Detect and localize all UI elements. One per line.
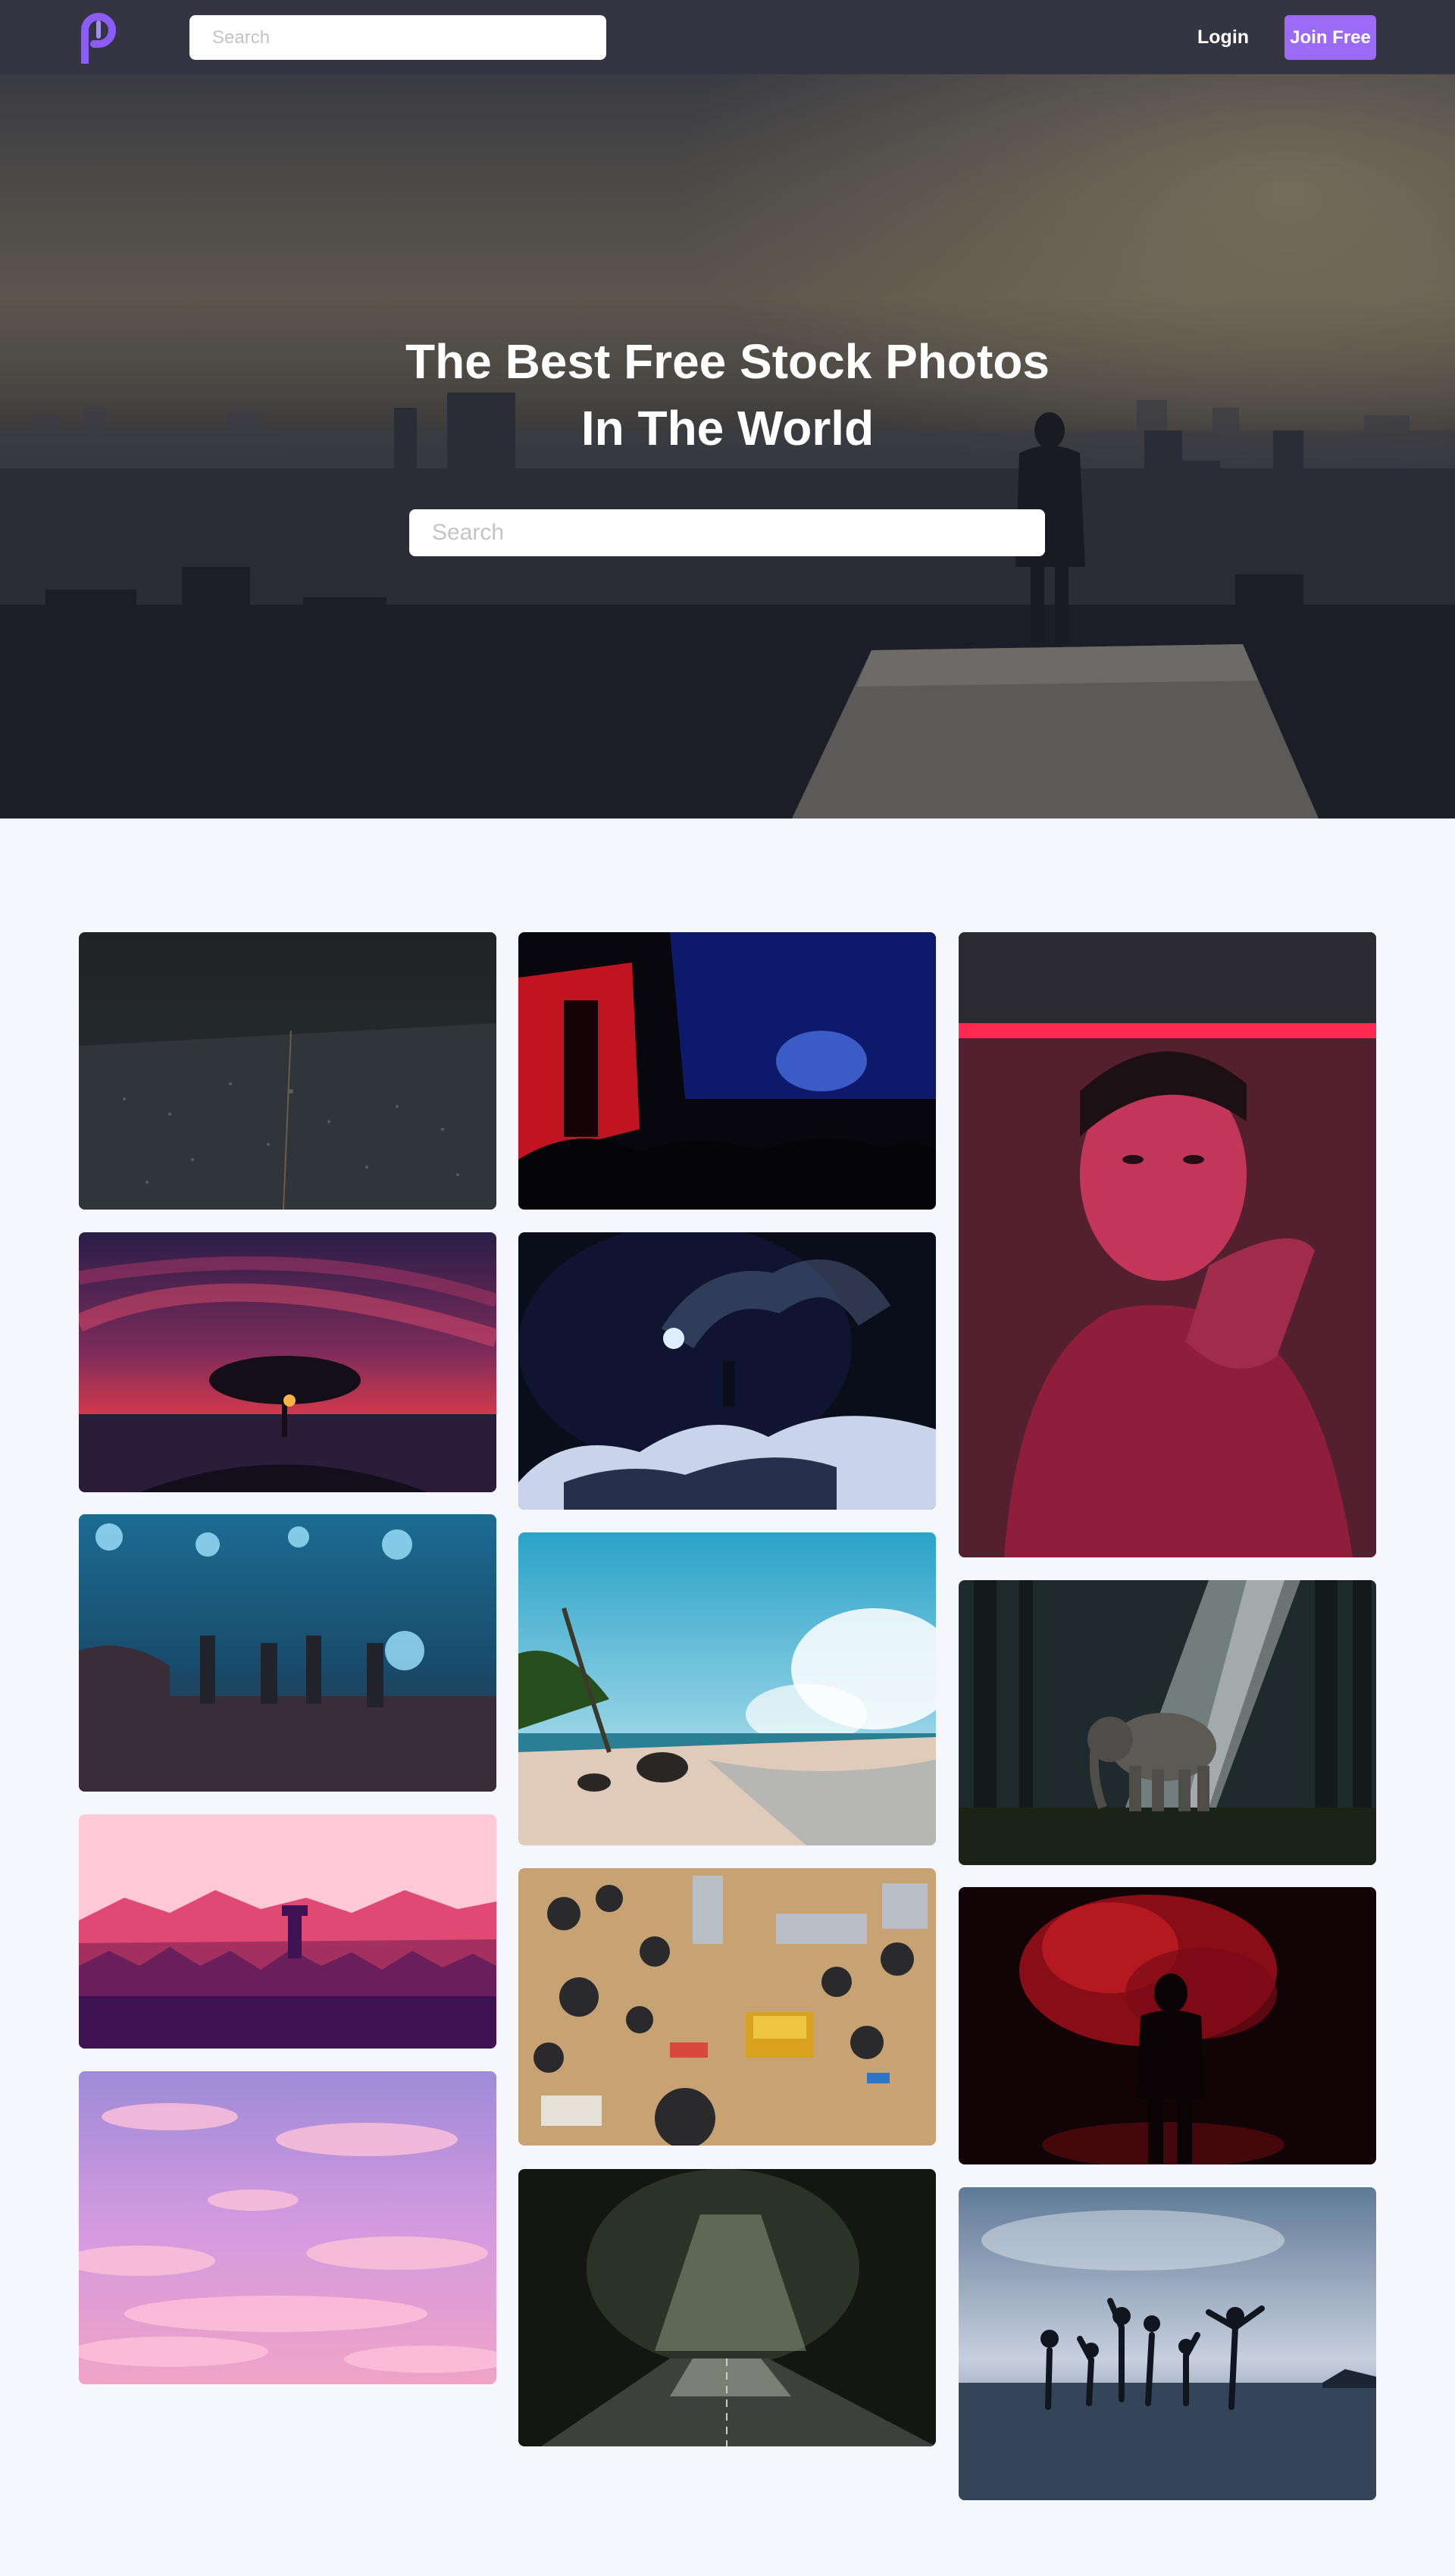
photo-circuit-board-components[interactable] [518, 1868, 936, 2146]
photo-forest-road-light[interactable] [518, 2169, 936, 2446]
hero-title-line-2: In The World [580, 401, 875, 455]
photo-tropical-beach[interactable] [518, 1532, 936, 1845]
hero-title-line-1: The Best Free Stock Photos [405, 334, 1050, 389]
photo-man-red-neon-portrait[interactable] [959, 932, 1376, 1557]
photo-pink-mountains-illustration[interactable] [79, 1814, 496, 2049]
photo-tree-sunset-red-sky[interactable] [79, 1232, 496, 1492]
photo-red-blue-club-crowd[interactable] [518, 932, 936, 1210]
hero-title: The Best Free Stock Photos In The World [349, 328, 1106, 462]
hero-search-input[interactable] [409, 509, 1045, 556]
photo-red-smoke-silhouette[interactable] [959, 1887, 1376, 2164]
join-free-button[interactable]: Join Free [1284, 15, 1376, 60]
photo-group-jumping-beach[interactable] [959, 2187, 1376, 2500]
photo-concert-blue-lights[interactable] [79, 1514, 496, 1792]
hero-banner: The Best Free Stock Photos In The World [0, 74, 1455, 818]
photo-smoke-flare-snowy-mountain[interactable] [518, 1232, 936, 1510]
photo-pink-purple-clouds[interactable] [79, 2071, 496, 2384]
navbar: Login Join Free [0, 0, 1455, 74]
photo-elephant-forest-light[interactable] [959, 1580, 1376, 1865]
logo-icon[interactable] [79, 12, 118, 66]
login-link[interactable]: Login [1197, 22, 1249, 52]
photo-city-night-aerial[interactable] [79, 932, 496, 1210]
search-input[interactable] [189, 15, 606, 60]
